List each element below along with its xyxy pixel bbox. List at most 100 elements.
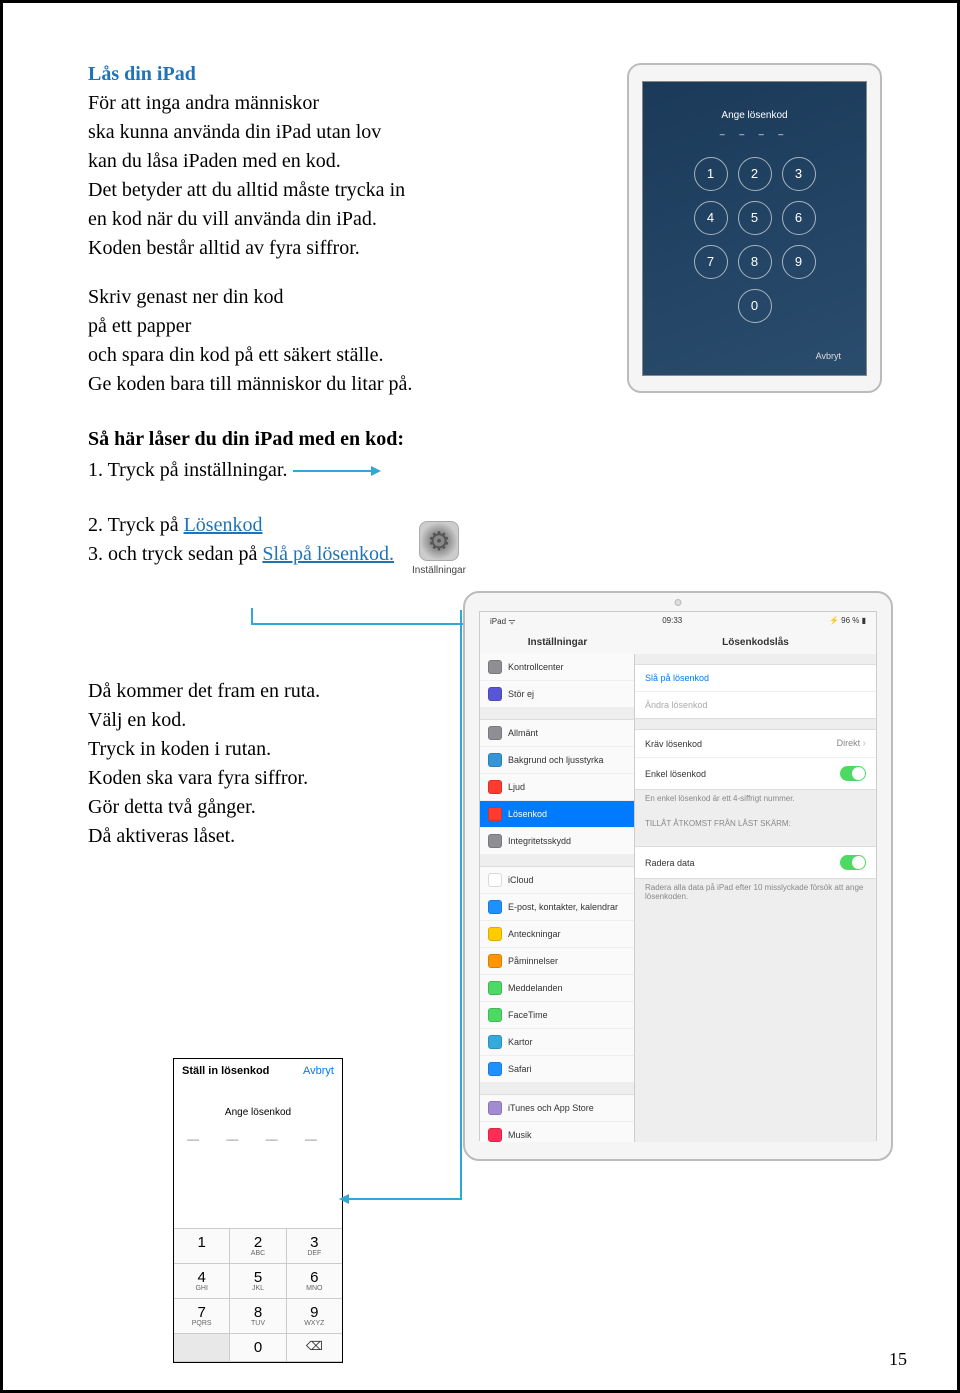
key-0[interactable]: 0	[738, 289, 772, 323]
key-1[interactable]: 1	[694, 157, 728, 191]
keypad-key-9[interactable]: 9WXYZ	[287, 1299, 342, 1334]
settings-left-item-label: Kontrollcenter	[508, 662, 564, 672]
intro-l2: ska kunna använda din iPad utan lov	[88, 119, 518, 146]
lock-cancel[interactable]: Avbryt	[816, 351, 841, 361]
settings-left-item[interactable]: Påminnelser	[480, 948, 634, 975]
keypad-key-7[interactable]: 7PQRS	[174, 1299, 230, 1334]
settings-left-item[interactable]: Allmänt	[480, 720, 634, 747]
status-left: iPad ᯤ	[490, 616, 516, 627]
settings-left-item[interactable]: Meddelanden	[480, 975, 634, 1002]
key-4[interactable]: 4	[694, 201, 728, 235]
settings-left-item-label: Allmänt	[508, 728, 538, 738]
settings-left-item[interactable]: Lösenkod	[480, 801, 634, 828]
settings-left-title: Inställningar	[480, 631, 635, 654]
settings-left-panel: Kontrollcenter Stör ej Allmänt Bakgrund och…	[480, 654, 635, 1142]
key-8[interactable]: 8	[738, 245, 772, 279]
chevron-right-icon: ›	[863, 738, 866, 749]
settings-left-item[interactable]: Kartor	[480, 1029, 634, 1056]
follow-l3: Tryck in koden i rutan.	[88, 736, 518, 763]
app-icon	[488, 927, 502, 941]
note-l4: Ge koden bara till människor du litar på…	[88, 371, 518, 398]
settings-left-item[interactable]: Anteckningar	[480, 921, 634, 948]
settings-left-item-label: Integritetsskydd	[508, 836, 571, 846]
sheet-cancel[interactable]: Avbryt	[303, 1065, 334, 1077]
settings-left-item[interactable]: E-post, kontakter, kalendrar	[480, 894, 634, 921]
intro-l3: kan du låsa iPaden med en kod.	[88, 148, 518, 175]
page-frame: Ange lösenkod – – – – 1 2 3 4 5 6 7 8 9 …	[0, 0, 960, 1393]
simple-passcode-row[interactable]: Enkel lösenkod	[635, 758, 876, 789]
toggle-on-icon[interactable]	[840, 855, 866, 870]
sheet-caption: Ange lösenkod	[174, 1107, 342, 1118]
settings-left-item-label: Påminnelser	[508, 956, 558, 966]
passcode-sheet-image: Ställ in lösenkod Avbryt Ange lösenkod —…	[173, 1058, 343, 1363]
step1-text: 1. Tryck på inställningar.	[88, 459, 287, 482]
key-3[interactable]: 3	[782, 157, 816, 191]
settings-left-item[interactable]: iTunes och App Store	[480, 1095, 634, 1122]
key-7[interactable]: 7	[694, 245, 728, 279]
settings-left-item[interactable]: Safari	[480, 1056, 634, 1083]
keypad-key-2[interactable]: 2ABC	[230, 1229, 286, 1264]
keypad-key-3[interactable]: 3DEF	[287, 1229, 342, 1264]
keypad-key-5[interactable]: 5JKL	[230, 1264, 286, 1299]
settings-left-item-label: Musik	[508, 1130, 532, 1140]
settings-left-item[interactable]: iCloud	[480, 867, 634, 894]
key-6[interactable]: 6	[782, 201, 816, 235]
follow-l6: Då aktiveras låset.	[88, 823, 518, 850]
settings-left-item[interactable]: Bakgrund och ljusstyrka	[480, 747, 634, 774]
settings-left-item-label: E-post, kontakter, kalendrar	[508, 902, 618, 912]
app-icon	[488, 834, 502, 848]
note-l1: Skriv genast ner din kod	[88, 284, 518, 311]
status-battery: ⚡ 96 % ▮	[829, 616, 866, 627]
settings-left-item[interactable]: Musik	[480, 1122, 634, 1142]
step2-link[interactable]: Lösenkod	[184, 514, 263, 536]
intro-l1: För att inga andra människor	[88, 90, 518, 117]
settings-left-item-label: Meddelanden	[508, 983, 563, 993]
follow-l2: Välj en kod.	[88, 707, 518, 734]
lock-dots: – – – –	[643, 129, 866, 139]
arrow-to-settings-icon	[293, 470, 373, 472]
app-icon	[488, 954, 502, 968]
app-icon	[488, 687, 502, 701]
follow-l5: Gör detta två gånger.	[88, 794, 518, 821]
arrow-mini-to-settings	[347, 1198, 462, 1200]
keypad-key-1[interactable]: 1	[174, 1229, 230, 1264]
app-icon	[488, 1062, 502, 1076]
enable-passcode-row[interactable]: Slå på lösenkod	[635, 665, 876, 692]
settings-left-item-label: Safari	[508, 1064, 532, 1074]
app-icon	[488, 753, 502, 767]
key-2[interactable]: 2	[738, 157, 772, 191]
erase-data-row[interactable]: Radera data	[635, 847, 876, 878]
settings-left-item-label: Bakgrund och ljusstyrka	[508, 755, 604, 765]
settings-left-item[interactable]: FaceTime	[480, 1002, 634, 1029]
settings-icon-label: Inställningar	[403, 565, 475, 576]
app-icon	[488, 873, 502, 887]
settings-left-item[interactable]: Stör ej	[480, 681, 634, 708]
settings-left-item[interactable]: Integritetsskydd	[480, 828, 634, 855]
key-9[interactable]: 9	[782, 245, 816, 279]
settings-left-item[interactable]: Kontrollcenter	[480, 654, 634, 681]
keypad-key-4[interactable]: 4GHI	[174, 1264, 230, 1299]
settings-left-item[interactable]: Ljud	[480, 774, 634, 801]
keypad-key-6[interactable]: 6MNO	[287, 1264, 342, 1299]
app-icon	[488, 780, 502, 794]
change-passcode-row[interactable]: Ändra lösenkod	[635, 692, 876, 718]
sheet-keypad: 12ABC3DEF 4GHI5JKL6MNO 7PQRS8TUV9WXYZ0⌫	[174, 1228, 342, 1362]
settings-left-item-label: Lösenkod	[508, 809, 547, 819]
settings-left-item-label: Ljud	[508, 782, 525, 792]
settings-left-item-label: Stör ej	[508, 689, 534, 699]
require-passcode-row[interactable]: Kräv lösenkod Direkt ›	[635, 730, 876, 758]
gear-icon[interactable]	[419, 521, 459, 561]
app-icon	[488, 1035, 502, 1049]
keypad-key-0[interactable]: 0	[230, 1334, 286, 1362]
intro-l6: Koden består alltid av fyra siffror.	[88, 235, 518, 262]
step3-link[interactable]: Slå på lösenkod.	[262, 543, 394, 565]
intro-l5: en kod när du vill använda din iPad.	[88, 206, 518, 233]
keypad-key-8[interactable]: 8TUV	[230, 1299, 286, 1334]
keypad-backspace-icon[interactable]: ⌫	[287, 1334, 342, 1362]
simple-hint: En enkel lösenkod är ett 4-siffrigt numm…	[635, 790, 876, 811]
lock-keypad: 1 2 3 4 5 6 7 8 9 0	[643, 157, 866, 323]
toggle-on-icon[interactable]	[840, 766, 866, 781]
key-5[interactable]: 5	[738, 201, 772, 235]
app-icon	[488, 660, 502, 674]
app-icon	[488, 807, 502, 821]
